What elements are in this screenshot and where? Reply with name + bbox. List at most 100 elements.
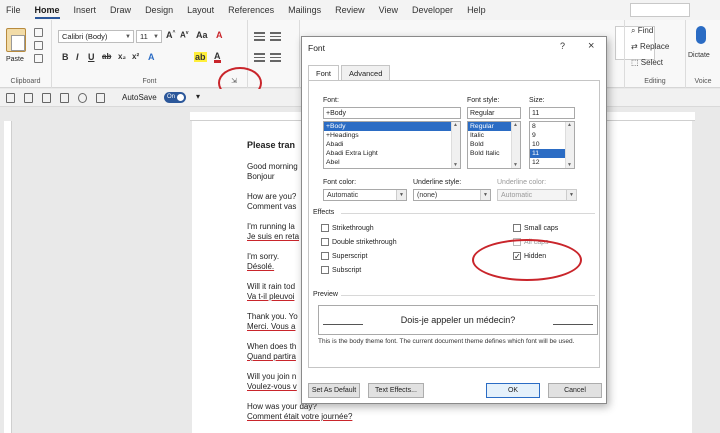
divider xyxy=(341,295,595,296)
font-style-list[interactable]: Regular Italic Bold Bold Italic xyxy=(467,121,521,169)
dialog-title: Font xyxy=(308,43,326,53)
tab-design[interactable]: Design xyxy=(145,5,173,15)
font-color-dropdown[interactable]: Automatic ▼ xyxy=(323,189,407,201)
format-painter-icon[interactable] xyxy=(34,54,43,63)
autosave-label: AutoSave xyxy=(122,93,157,102)
list-item[interactable]: Abel xyxy=(324,158,460,167)
microphone-icon[interactable] xyxy=(696,26,706,44)
list-item[interactable]: +Body xyxy=(324,122,460,131)
find-button[interactable]: ⌕ Find xyxy=(631,26,653,36)
set-as-default-button[interactable]: Set As Default xyxy=(308,383,360,398)
font-name-field[interactable]: +Body xyxy=(323,107,461,119)
copy-icon[interactable] xyxy=(34,41,43,50)
list-item[interactable]: Abadi Extra Light xyxy=(324,149,460,158)
font-size-value: 11 xyxy=(140,32,148,41)
new-document-icon[interactable] xyxy=(24,93,33,103)
bold-icon[interactable]: B xyxy=(62,52,69,62)
shrink-font-icon[interactable]: Av xyxy=(180,30,189,40)
italic-icon[interactable]: I xyxy=(76,52,79,62)
tab-help[interactable]: Help xyxy=(467,5,486,15)
print-preview-icon[interactable] xyxy=(96,93,105,103)
center-icon[interactable] xyxy=(270,53,281,62)
grow-font-icon[interactable]: A^ xyxy=(166,30,175,40)
paste-icon[interactable] xyxy=(6,28,26,52)
underline-style-value: (none) xyxy=(417,192,438,199)
checkbox-box[interactable] xyxy=(321,266,329,274)
scrollbar[interactable] xyxy=(511,122,520,168)
close-icon[interactable]: × xyxy=(588,40,594,52)
tab-advanced[interactable]: Advanced xyxy=(341,65,391,81)
text-effects-button[interactable]: Text Effects... xyxy=(368,383,424,398)
vertical-ruler[interactable] xyxy=(4,121,12,433)
cancel-button[interactable]: Cancel xyxy=(548,383,602,398)
scrollbar[interactable] xyxy=(565,122,574,168)
subscript-icon[interactable]: x₂ xyxy=(118,52,126,61)
print-icon[interactable] xyxy=(60,93,69,103)
double-strikethrough-checkbox[interactable]: Double strikethrough xyxy=(321,238,397,246)
checkbox-box[interactable] xyxy=(321,252,329,260)
checkbox-box[interactable] xyxy=(513,224,521,232)
chevron-down-icon: ▼ xyxy=(125,34,131,40)
scrollbar[interactable] xyxy=(451,122,460,168)
strikethrough-icon[interactable]: ab xyxy=(102,52,111,61)
font-size-combo[interactable]: 11 ▼ xyxy=(136,30,162,43)
checkbox-box[interactable] xyxy=(321,224,329,232)
bullets-icon[interactable] xyxy=(254,32,265,41)
underline-color-value: Automatic xyxy=(501,192,533,199)
superscript-checkbox[interactable]: Superscript xyxy=(321,252,367,260)
document-title: Please tran xyxy=(247,140,296,150)
underline-style-dropdown[interactable]: (none) ▼ xyxy=(413,189,491,201)
list-item[interactable]: Abadi xyxy=(324,140,460,149)
tab-font[interactable]: Font xyxy=(308,65,340,81)
tab-mailings[interactable]: Mailings xyxy=(288,5,321,15)
help-icon[interactable]: ? xyxy=(560,41,565,51)
underline-color-dropdown[interactable]: Automatic ▼ xyxy=(497,189,577,201)
checkbox-label: Subscript xyxy=(332,266,362,274)
preview-baseline xyxy=(553,324,593,325)
small-caps-checkbox[interactable]: Small caps xyxy=(513,224,558,232)
share-button[interactable] xyxy=(630,3,690,17)
replace-label: Replace xyxy=(639,42,670,51)
open-icon[interactable] xyxy=(42,93,51,103)
save-icon[interactable] xyxy=(6,93,15,103)
font-name-list[interactable]: +Body +Headings Abadi Abadi Extra Light … xyxy=(323,121,461,169)
tab-draw[interactable]: Draw xyxy=(110,5,131,15)
tab-view[interactable]: View xyxy=(379,5,398,15)
list-item[interactable]: +Headings xyxy=(324,131,460,140)
tab-insert[interactable]: Insert xyxy=(74,5,97,15)
tab-review[interactable]: Review xyxy=(335,5,365,15)
clear-formatting-icon[interactable]: A xyxy=(216,30,223,40)
align-left-icon[interactable] xyxy=(254,53,265,62)
refresh-icon[interactable] xyxy=(78,93,87,103)
numbering-icon[interactable] xyxy=(270,32,281,41)
subscript-checkbox[interactable]: Subscript xyxy=(321,266,361,274)
tab-references[interactable]: References xyxy=(228,5,274,15)
size-label: Size: xyxy=(529,97,545,104)
chevron-down-icon: ▼ xyxy=(153,34,159,40)
ok-button[interactable]: OK xyxy=(486,383,540,398)
change-case-icon[interactable]: Aa xyxy=(196,30,208,40)
highlight-icon[interactable]: ab xyxy=(194,52,207,62)
dictate-label[interactable]: Dictate xyxy=(688,52,710,59)
replace-button[interactable]: ⇄ Replace xyxy=(631,42,669,51)
select-button[interactable]: ⬚ Select xyxy=(631,58,663,67)
size-list[interactable]: 8 9 10 11 12 xyxy=(529,121,575,169)
font-color-icon[interactable]: A xyxy=(214,52,221,63)
font-color-value: Automatic xyxy=(327,192,359,199)
strikethrough-checkbox[interactable]: Strikethrough xyxy=(321,224,374,232)
autosave-toggle[interactable]: On xyxy=(164,92,186,103)
font-style-field[interactable]: Regular xyxy=(467,107,521,119)
superscript-icon[interactable]: x² xyxy=(132,52,139,61)
tab-home[interactable]: Home xyxy=(34,5,60,19)
tab-file[interactable]: File xyxy=(6,5,21,15)
size-field[interactable]: 11 xyxy=(529,107,575,119)
text-effects-icon[interactable]: A xyxy=(148,52,155,62)
paste-label[interactable]: Paste xyxy=(6,56,24,63)
tab-layout[interactable]: Layout xyxy=(187,5,214,15)
tab-developer[interactable]: Developer xyxy=(412,5,453,15)
font-name-combo[interactable]: Calibri (Body) ▼ xyxy=(58,30,134,43)
cut-icon[interactable] xyxy=(34,28,43,37)
checkbox-box[interactable] xyxy=(321,238,329,246)
underline-icon[interactable]: U xyxy=(88,52,95,62)
customize-toolbar-icon[interactable]: ▾ xyxy=(196,92,200,101)
